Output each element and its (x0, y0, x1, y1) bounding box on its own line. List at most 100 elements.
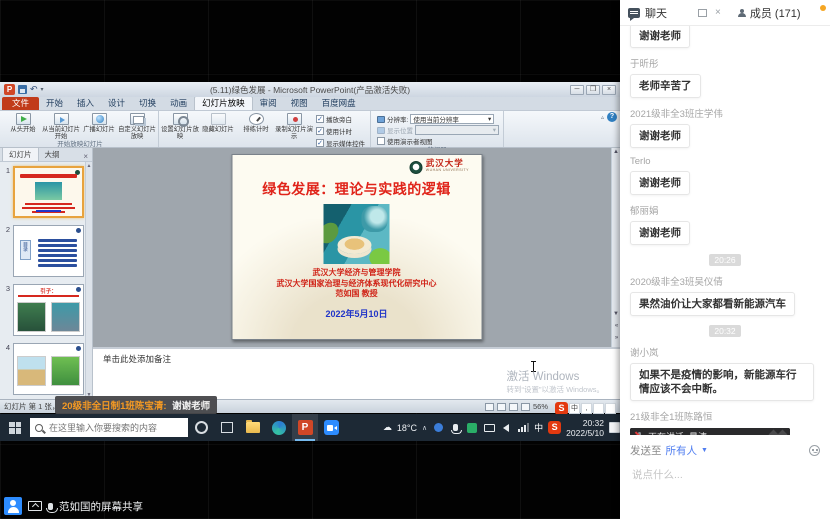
slide-thumbnail-3[interactable]: 引子： (13, 284, 84, 336)
punctuation-icon[interactable]: , (581, 403, 592, 414)
edge-button[interactable] (266, 414, 292, 441)
setup-slideshow-button[interactable]: 设置幻灯片放映 (161, 112, 199, 140)
zoom-level[interactable]: 56% (533, 402, 548, 411)
from-current-slide-button[interactable]: 从当前幻灯片开始 (42, 112, 80, 140)
title-bar[interactable]: P ↶ ▾ (5.11)绿色发展 - Microsoft PowerPoint(… (0, 82, 620, 97)
weather-cloud-icon[interactable]: ☁ (383, 422, 392, 433)
mic-input-icon[interactable] (593, 403, 604, 414)
show-media-controls-checkbox[interactable]: 显示媒体控件 (316, 138, 365, 148)
outline-tab[interactable]: 大纲 (39, 148, 66, 161)
slides-tab[interactable]: 幻灯片 (2, 147, 39, 161)
slide-thumbnail-2[interactable]: 目录 (13, 225, 84, 277)
tab-home[interactable]: 开始 (39, 97, 70, 110)
close-chat-icon[interactable]: × (715, 8, 721, 18)
chat-message-list[interactable]: 谢谢老师 于昕彤 老师辛苦了 2021级非全3班庄学伟 谢谢老师 Terlo 谢… (620, 26, 830, 435)
notes-pane[interactable]: 单击此处添加备注 激活 Windows 转到“设置”以激活 Windows。 (93, 347, 620, 399)
undo-icon[interactable]: ↶ (30, 85, 38, 94)
thumbnail-row-2[interactable]: 2 目录 (2, 225, 84, 277)
chat-toast-notification: 20级非全日制1班陈宝清: 谢谢老师 (55, 396, 217, 414)
tab-animations[interactable]: 动画 (163, 97, 194, 110)
from-beginning-button[interactable]: 从头开始 (4, 112, 42, 133)
presenter-view-checkbox[interactable]: 使用演示者视图 (377, 136, 499, 146)
slideshow-view-icon[interactable] (521, 403, 530, 411)
tray-green-app-icon[interactable] (466, 422, 478, 434)
popout-icon[interactable] (698, 9, 707, 17)
normal-view-icon[interactable] (485, 403, 494, 411)
input-language-indicator[interactable]: 中 (534, 421, 543, 434)
broadcast-slideshow-button[interactable]: 广播幻灯片 (80, 112, 118, 133)
tab-insert[interactable]: 插入 (70, 97, 101, 110)
chat-message: Terlo 谢谢老师 (630, 156, 820, 195)
tray-network-icon[interactable] (517, 422, 529, 434)
tray-volume-icon[interactable] (500, 422, 512, 434)
play-narration-checkbox[interactable]: 播放旁白 (316, 114, 365, 124)
chevron-down-icon[interactable]: ▼ (701, 447, 708, 454)
taskbar-clock[interactable]: 20:32 2022/5/10 (566, 418, 604, 438)
tab-review[interactable]: 审阅 (253, 97, 284, 110)
taskbar-search[interactable] (30, 418, 188, 437)
slide-number: 3 (2, 284, 10, 336)
slide-canvas[interactable]: 武汉大学 WUHAN UNIVERSITY 绿色发展：理论与实践的逻辑 武汉大学… (231, 154, 482, 340)
custom-slideshow-button[interactable]: 自定义幻灯片放映 (118, 112, 156, 140)
slide-org-line1: 武汉大学经济与管理学院 (232, 268, 481, 279)
quick-access-dropdown-icon[interactable]: ▾ (41, 86, 44, 93)
ribbon-group-start-slideshow: 从头开始 从当前幻灯片开始 广播幻灯片 自定义幻灯片放映 开始放映幻灯片 (2, 111, 159, 147)
hide-slide-button[interactable]: 隐藏幻灯片 (199, 112, 237, 133)
presenter-avatar-icon[interactable] (4, 497, 22, 515)
thumbnail-row-3[interactable]: 3 引子： (2, 284, 84, 336)
search-input[interactable] (47, 422, 167, 434)
ribbon-group-monitors: 分辨率: 使用当前分辨率▾ 显示位置 ▾ 使用演示者视图 监视器 (371, 111, 504, 147)
input-mode-icon[interactable]: 中 (569, 403, 580, 414)
minimize-button[interactable]: ─ (570, 85, 584, 95)
slide-thumbnail-1[interactable] (13, 166, 84, 218)
weather-temperature[interactable]: 18°C (397, 423, 417, 433)
keyboard-icon[interactable] (605, 403, 616, 414)
close-panel-icon[interactable]: × (79, 152, 92, 161)
tab-design[interactable]: 设计 (101, 97, 132, 110)
task-view-button[interactable] (214, 414, 240, 441)
start-button[interactable] (0, 414, 30, 441)
members-tab[interactable]: 成员 (171) (738, 5, 801, 21)
timestamp-chip: 20:26 (709, 254, 740, 266)
collapse-ribbon-icon[interactable]: ▵ (601, 114, 604, 121)
tray-mic-icon[interactable] (449, 422, 461, 434)
thumbnail-row-4[interactable]: 4 (2, 343, 84, 395)
hidden-icons-chevron[interactable]: ∧ (422, 424, 427, 432)
resolution-dropdown[interactable]: 使用当前分辨率▾ (410, 114, 494, 124)
powerpoint-logo-icon[interactable]: P (4, 84, 15, 95)
powerpoint-taskbar-button[interactable]: P (292, 414, 318, 441)
reading-view-icon[interactable] (509, 403, 518, 411)
tab-view[interactable]: 视图 (284, 97, 315, 110)
send-to-selector[interactable]: 所有人 (666, 443, 698, 458)
cortana-button[interactable] (188, 414, 214, 441)
tab-slideshow[interactable]: 幻灯片放映 (194, 96, 253, 110)
tab-baidu-netdisk[interactable]: 百度网盘 (315, 97, 363, 110)
slide-sorter-icon[interactable] (497, 403, 506, 411)
tray-app-icon[interactable] (432, 422, 444, 434)
editor-scrollbar[interactable]: ▲▼ « » (611, 148, 620, 347)
emoji-icon[interactable] (809, 445, 820, 456)
help-icon[interactable]: ? (607, 112, 617, 122)
setup-checkboxes: 播放旁白 使用计时 显示媒体控件 (313, 112, 368, 148)
notification-area-icon[interactable] (609, 422, 620, 433)
chat-input[interactable] (630, 468, 820, 482)
close-button[interactable]: × (602, 85, 616, 95)
speaker-video-tile[interactable]: 正在讲话: 景涛; 景涛 (630, 428, 790, 435)
use-timings-checkbox[interactable]: 使用计时 (316, 126, 365, 136)
chat-tab[interactable]: 聊天 (645, 5, 667, 21)
thumbnail-row-1[interactable]: 1 (2, 166, 84, 218)
rehearse-timings-button[interactable]: 排练计时 (237, 112, 275, 133)
save-icon[interactable] (18, 85, 27, 94)
tab-transitions[interactable]: 切换 (132, 97, 163, 110)
meeting-app-button[interactable] (318, 414, 344, 441)
file-explorer-button[interactable] (240, 414, 266, 441)
tab-file[interactable]: 文件 (2, 97, 39, 110)
chat-message: 2020级非全3班吴仪倩 果然油价让大家都看新能源汽车 (630, 274, 820, 316)
sogou-tray-icon[interactable]: S (548, 421, 561, 434)
restore-button[interactable]: ❒ (586, 85, 600, 95)
tray-display-icon[interactable] (483, 422, 495, 434)
record-slideshow-button[interactable]: 录制幻灯片演示 (275, 112, 313, 140)
thumbnails-scrollbar[interactable] (85, 162, 92, 399)
slide-thumbnail-4[interactable] (13, 343, 84, 395)
slides-panel: 幻灯片 大纲 × 1 (0, 148, 93, 399)
